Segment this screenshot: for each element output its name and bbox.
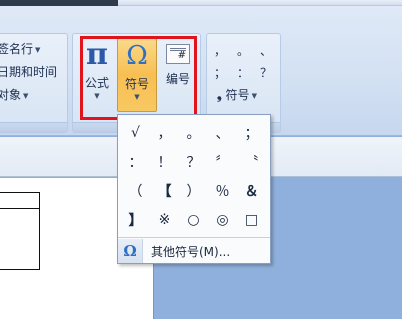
more-symbols-item[interactable]: Ω 其他符号(M)... xyxy=(118,239,270,263)
symbol-cell[interactable]: ◎ xyxy=(208,205,237,234)
signature-line-button[interactable]: 签名行 ▼ xyxy=(0,40,40,57)
object-label: 对象 xyxy=(0,88,22,102)
more-symbols-label: 其他符号(M)... xyxy=(151,244,231,259)
symbol-dropdown-menu: √ ， 。 、 ； ： ！ ？ 〞 〝 （ 【 ） ％ ＆ 】 ※ ○ ◎ □ … xyxy=(117,114,271,264)
symbol-cell[interactable]: ○ xyxy=(179,205,208,234)
object-button[interactable]: 对象 ▼ xyxy=(0,86,28,103)
symbol-cell[interactable]: 【 xyxy=(150,176,179,205)
symbol-cell[interactable]: 〞 xyxy=(208,147,237,176)
chevron-down-icon: ▼ xyxy=(23,91,29,100)
symbol-cell[interactable]: （ xyxy=(121,176,150,205)
group-footer xyxy=(0,122,67,132)
symbol-cell[interactable]: ； xyxy=(237,118,266,147)
quick-symbol[interactable]: ： xyxy=(233,64,253,81)
omega-icon: Ω xyxy=(123,242,137,260)
symbol-cell[interactable]: ？ xyxy=(179,147,208,176)
date-time-button[interactable]: 日期和时间 xyxy=(0,63,57,80)
signature-line-label: 签名行 xyxy=(0,42,34,56)
table-divider xyxy=(0,208,40,209)
symbol-grid: √ ， 。 、 ； ： ！ ？ 〞 〝 （ 【 ） ％ ＆ 】 ※ ○ ◎ □ xyxy=(121,118,266,234)
ribbon-group-text: 签名行 ▼ 日期和时间 对象 ▼ xyxy=(0,33,68,133)
symbol-cell[interactable]: 、 xyxy=(208,118,237,147)
symbol-cell[interactable]: ） xyxy=(179,176,208,205)
quick-symbol[interactable]: 。 xyxy=(233,42,253,59)
symbol-cell[interactable]: ！ xyxy=(150,147,179,176)
menu-separator xyxy=(118,237,270,238)
special-symbols-dropdown[interactable]: ❟ 符号 ▼ xyxy=(217,86,257,103)
symbol-cell[interactable]: 。 xyxy=(179,118,208,147)
red-highlight-box xyxy=(80,36,197,120)
quick-symbol[interactable]: 、 xyxy=(256,42,276,59)
symbol-cell[interactable]: 】 xyxy=(121,205,150,234)
date-time-label: 日期和时间 xyxy=(0,65,58,79)
symbol-cell[interactable]: ％ xyxy=(208,176,237,205)
quick-symbol[interactable]: ？ xyxy=(256,64,276,81)
quick-symbol[interactable]: ； xyxy=(210,64,230,81)
symbol-cell[interactable]: √ xyxy=(121,118,150,147)
symbol-cell[interactable]: □ xyxy=(237,205,266,234)
chevron-down-icon: ▼ xyxy=(35,45,41,54)
symbol-cell[interactable]: 〝 xyxy=(237,147,266,176)
quick-symbol[interactable]: ， xyxy=(210,42,230,59)
comma-symbol-icon: ❟ xyxy=(217,88,222,102)
quick-symbols-row-2: ； ： ？ xyxy=(210,64,276,80)
document-table xyxy=(0,192,40,270)
symbol-cell[interactable]: ※ xyxy=(150,205,179,234)
more-symbols-icon-cell: Ω xyxy=(118,239,143,263)
symbol-cell[interactable]: ＆ xyxy=(237,176,266,205)
quick-symbols-row-1: ， 。 、 xyxy=(210,42,276,58)
special-symbols-label: 符号 xyxy=(225,88,250,102)
symbol-cell[interactable]: ： xyxy=(121,147,150,176)
symbol-cell[interactable]: ， xyxy=(150,118,179,147)
chevron-down-icon: ▼ xyxy=(251,91,257,100)
